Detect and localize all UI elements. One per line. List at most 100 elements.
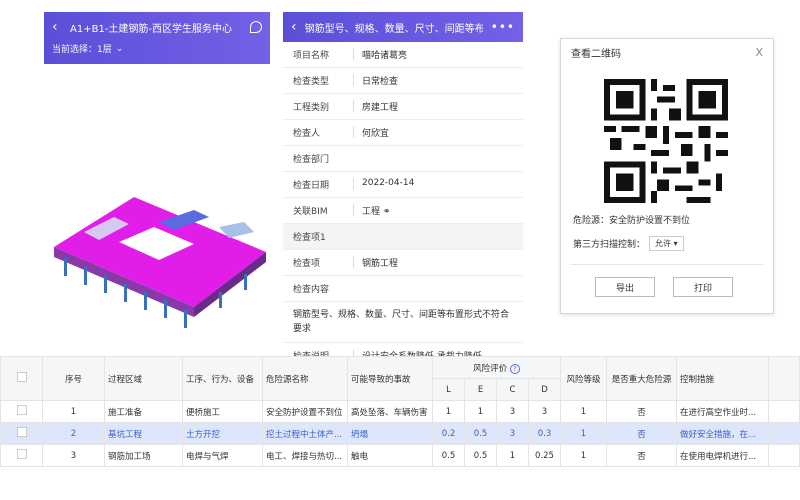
field-value: 喵哈诸葛亮	[362, 51, 408, 61]
cell-E: 1	[464, 400, 497, 423]
scan-permission-row: 第三方扫描控制： 允许 ▾	[573, 236, 684, 251]
header-control: 控制措施	[676, 356, 769, 401]
row-checkbox[interactable]	[0, 444, 43, 467]
cell-D: 3	[528, 400, 561, 423]
chevron-down-icon: ⌄	[115, 43, 124, 54]
cell-hazard: 安全防护设置不到位	[262, 400, 348, 423]
cell-L: 0.5	[432, 444, 465, 467]
field-label: 关联BIM	[293, 207, 328, 217]
header-process: 工序、行为、设备	[182, 356, 263, 401]
table-row[interactable]: 3 钢筋加工场 电焊与气焊 电工、焊接与热切... 触电 0.5 0.5 1 0…	[0, 444, 800, 467]
left-title: A1+B1-土建钢筋-西区学生服务中心	[70, 23, 233, 35]
field-value: 日常检查	[362, 77, 399, 87]
risk-table: 序号 过程区域 工序、行为、设备 危险源名称 可能导致的事故 风险评价 ? 风险…	[0, 356, 800, 467]
field-value: 钢筋工程	[362, 259, 399, 269]
cell-hazard: 电工、焊接与热切...	[262, 444, 348, 467]
qr-code-image	[604, 79, 728, 203]
bim-link-label: 工程	[362, 207, 381, 217]
cell-level: 1	[560, 444, 607, 467]
scan-permission-value: 允许	[655, 239, 672, 248]
cell-C: 3	[496, 400, 529, 423]
field-label: 检查内容	[293, 285, 330, 295]
cell-accident: 坍塌	[347, 422, 433, 445]
cell-seq: 1	[42, 400, 105, 423]
header-accident: 可能导致的事故	[347, 356, 433, 401]
header-risk-eval: 风险评价 ?	[432, 356, 561, 379]
field-project-name: 项目名称 喵哈诸葛亮	[283, 42, 523, 68]
cell-level: 1	[560, 400, 607, 423]
field-label: 项目名称	[293, 51, 330, 61]
location-icon[interactable]	[250, 21, 262, 33]
header-extra	[768, 356, 800, 401]
cell-D: 0.25	[528, 444, 561, 467]
check-content-text: 钢筋型号、规格、数量、尺寸、间距等布置形式不符合要求	[283, 302, 523, 343]
cell-extra	[768, 400, 800, 423]
chevron-left-icon[interactable]: ‹	[52, 19, 64, 35]
header-area: 过程区域	[104, 356, 183, 401]
header-hazard: 危险源名称	[262, 356, 348, 401]
cell-E: 0.5	[464, 422, 497, 445]
link-icon: ⚭	[382, 207, 391, 217]
more-icon[interactable]: •••	[491, 20, 515, 34]
close-icon[interactable]: X	[755, 46, 763, 59]
field-check-date: 检查日期 2022-04-14	[283, 172, 523, 198]
export-button[interactable]: 导出	[595, 277, 655, 297]
header-seq: 序号	[42, 356, 105, 401]
left-header: ‹ A1+B1-土建钢筋-西区学生服务中心 当前选择：1层 ⌄	[44, 12, 270, 64]
cell-extra	[768, 444, 800, 467]
field-value: 2022-04-14	[362, 178, 415, 188]
field-label: 检查类型	[293, 77, 330, 87]
cell-major: 否	[606, 422, 677, 445]
cell-level: 1	[560, 422, 607, 445]
field-label: 工程类别	[293, 103, 330, 113]
row-checkbox[interactable]	[0, 400, 43, 423]
cell-control: 在进行高空作业时...	[676, 400, 769, 423]
field-label: 检查日期	[293, 181, 330, 191]
bim-link[interactable]: 工程 ⚭	[362, 204, 513, 217]
field-check-item: 检查项 钢筋工程	[283, 250, 523, 276]
table-row-selected[interactable]: 2 基坑工程 土方开挖 挖土过程中土体产... 坍塌 0.2 0.5 3 0.3…	[0, 422, 800, 445]
cell-accident: 触电	[347, 444, 433, 467]
scan-permission-label: 第三方扫描控制：	[573, 240, 646, 250]
caret-down-icon: ▾	[673, 239, 678, 248]
mid-title: 钢筋型号、规格、数量、尺寸、间距等布...	[304, 23, 483, 35]
cell-L: 1	[432, 400, 465, 423]
field-value: 房建工程	[362, 103, 399, 113]
field-check-type: 检查类型 日常检查	[283, 68, 523, 94]
header-major: 是否重大危险源	[606, 356, 677, 401]
cell-C: 1	[496, 444, 529, 467]
field-label: 检查人	[293, 129, 321, 139]
cell-area: 基坑工程	[104, 422, 183, 445]
bim-3d-model[interactable]	[44, 172, 270, 342]
cell-E: 0.5	[464, 444, 497, 467]
table-row[interactable]: 1 施工准备 便桥施工 安全防护设置不到位 高处坠落、车辆伤害 1 1 3 3 …	[0, 400, 800, 423]
mid-header: ‹ 钢筋型号、规格、数量、尺寸、间距等布... •••	[283, 12, 523, 42]
floor-selector[interactable]: 当前选择：1层 ⌄	[52, 42, 262, 56]
field-check-content: 检查内容	[283, 276, 523, 302]
help-icon[interactable]: ?	[509, 363, 520, 374]
cell-major: 否	[606, 400, 677, 423]
cell-accident: 高处坠落、车辆伤害	[347, 400, 433, 423]
field-check-desc: 检查说明 设计安全系数降低,承载力降低	[283, 343, 523, 357]
scan-permission-select[interactable]: 允许 ▾	[649, 236, 684, 251]
header-L: L	[432, 378, 465, 401]
row-checkbox[interactable]	[0, 422, 43, 445]
inspection-detail: ‹ 钢筋型号、规格、数量、尺寸、间距等布... ••• 项目名称 喵哈诸葛亮 检查…	[283, 12, 523, 357]
cell-C: 3	[496, 422, 529, 445]
dialog-title: 查看二维码	[571, 48, 621, 60]
floor-selector-label: 当前选择：1层	[52, 45, 112, 55]
cell-L: 0.2	[432, 422, 465, 445]
print-button[interactable]: 打印	[673, 277, 733, 297]
field-label: 检查部门	[293, 155, 330, 165]
cell-control: 做好安全措施，在...	[676, 422, 769, 445]
cell-area: 钢筋加工场	[104, 444, 183, 467]
select-all-checkbox[interactable]	[0, 356, 43, 401]
header-E: E	[464, 378, 497, 401]
field-department: 检查部门	[283, 146, 523, 172]
field-value: 何欣宜	[362, 129, 390, 139]
header-level: 风险等级	[560, 356, 607, 401]
chevron-left-icon[interactable]: ‹	[291, 19, 297, 35]
field-label: 检查项	[293, 259, 321, 269]
section-check-item-1: 检查项1	[283, 224, 523, 250]
cell-major: 否	[606, 444, 677, 467]
